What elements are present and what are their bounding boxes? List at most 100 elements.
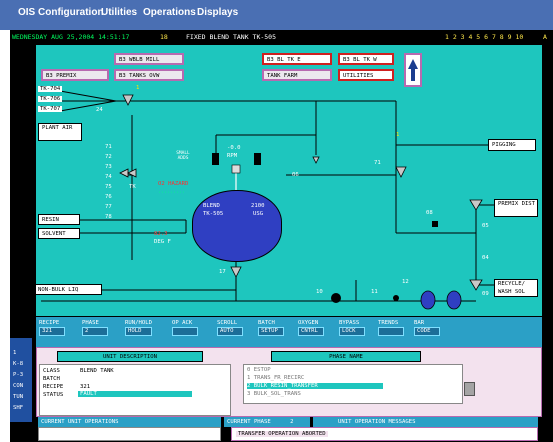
process-mimic: B3 WBLB MILL B3 TANKS OVW B3 PREMIX B3 B… [36,45,542,316]
current-phase-header: CURRENT PHASE 2 [224,417,310,427]
premix-dist-destination[interactable]: PREMIX DIST [494,199,538,217]
oxygen-control[interactable]: OXYGEN CNTRL [298,320,324,336]
op-ack-control-value [172,327,198,336]
left-status-5: TUN [13,394,24,400]
address-76: 76 [105,194,112,200]
phase-name-header: PHASE NAME [271,351,421,362]
address-77: 77 [105,204,112,210]
phase-item[interactable]: 3 BULK_SOL_TRANS [247,391,301,397]
phase-list: 0 ESTOP 1 TRANS_FR_RECIRC 2 BULK_RESIN_T… [243,364,463,404]
batch-label: BATCH [43,376,60,382]
bar-code-control[interactable]: BAR CODE [414,320,440,336]
left-status-1: 1 [13,350,17,356]
phase-item-selected[interactable]: 2 BULK_RESIN_TRANSFER [247,383,383,389]
o2-hazard-label: O2 HAZARD [158,181,189,187]
oxygen-control-label: OXYGEN [298,320,319,326]
status-label: STATUS [43,392,64,398]
recipe-control-value: 321 [39,327,65,336]
unit-panel: UNIT DESCRIPTION PHASE NAME CLASS BLEND … [36,347,542,417]
op-ack-control-label: OP ACK [172,320,193,326]
address-72: 72 [105,154,112,160]
tank-farm-button[interactable]: TANK FARM [262,69,332,81]
status-value: FAULT [78,391,192,397]
phase-item[interactable]: 1 TRANS_FR_RECIRC [247,375,304,381]
current-unit-operations-box [38,427,221,441]
left-status-panel: 1 K-8 P-3 CON TUN SHF [10,338,32,422]
valve-1-right-label: 1 [396,132,400,138]
date-time: WEDNESDAY AUG 25,2004 14:51:17 [12,33,130,41]
op-ack-control[interactable]: OP ACK [172,320,198,336]
source-tk-706[interactable]: TK-706 [38,96,63,102]
valve-12-label: 12 [402,279,409,285]
scroll-control[interactable]: SCROLL AUTO [217,320,243,336]
non-bulk-liq-source[interactable]: NON-BULK LIQ [36,284,102,295]
current-phase-label: CURRENT PHASE [227,419,271,425]
operation-message: TRANSFER OPERATION ABORTED [236,431,328,437]
menu-utilities[interactable]: Utilities [101,7,137,18]
batch-setup-control[interactable]: BATCH SETUP [258,320,284,336]
display-tabs[interactable]: 1 2 3 4 5 6 7 8 9 10 [445,30,523,45]
valve-09-label: 09 [482,291,489,297]
agitator-unit: RPM [227,153,238,159]
phase-item[interactable]: 0 ESTOP [247,367,271,373]
valve-24-label: 24 [96,107,103,113]
phase-list-scroll-button[interactable] [464,382,475,396]
phase-control[interactable]: PHASE 2 [82,320,108,336]
b3-bl-tk-w-button[interactable]: B3 BL TK W [338,53,394,65]
blend-tank-tk505[interactable]: BLEND TK-505 2100 USG [192,190,282,262]
display-tab-a[interactable]: A [543,30,547,45]
recipe-control[interactable]: RECIPE 321 [39,320,65,336]
utilities-button[interactable]: UTILITIES [338,69,394,81]
valve-11-label: 11 [371,289,378,295]
up-arrow-icon [408,59,418,81]
temperature-unit: DEG F [154,239,171,245]
b3-wblb-mill-button[interactable]: B3 WBLB MILL [114,53,184,65]
valve-06-label: 06 [292,172,299,178]
left-status-3: P-3 [13,372,24,378]
recipe-value: 321 [80,384,91,390]
address-75: 75 [105,184,112,190]
menu-operations[interactable]: Operations [143,7,196,18]
source-tk-707[interactable]: TK-707 [38,106,63,112]
trends-control-label: TRENDS [378,320,399,326]
o2-hazard-value: ········· [158,190,186,196]
b3-tanks-ovw-button[interactable]: B3 TANKS OVW [114,69,184,81]
recipe-label: RECIPE [43,384,64,390]
b3-bl-tk-e-button[interactable]: B3 BL TK E [262,53,332,65]
solvent-source[interactable]: SOLVENT [38,228,80,239]
recycle-destination[interactable]: RECYCLE/ WASH SOL [494,279,538,297]
bottom-bar: CURRENT UNIT OPERATIONS CURRENT PHASE 2 … [36,417,542,442]
batch-setup-control-value: SETUP [258,327,284,336]
resin-source[interactable]: RESIN [38,214,80,225]
navigate-up-button[interactable] [404,53,422,87]
bypass-lock-control-label: BYPASS [339,320,360,326]
oxygen-control-value: CNTRL [298,327,324,336]
phase-control-label: PHASE [82,320,99,326]
source-tk-704[interactable]: TK-704 [38,86,63,92]
tank-id: TK-505 [203,211,224,217]
pigging-destination[interactable]: PIGGING [488,139,536,151]
menu-ois-configuration[interactable]: OIS Configuration [18,7,104,18]
menu-displays[interactable]: Displays [197,7,238,18]
screen-title: FIXED BLEND TANK TK-505 [186,33,277,41]
menu-bar: OIS Configuration Utilities Operations D… [0,0,553,30]
control-bar: RECIPE 321 PHASE 2 RUN/HOLD HOLD OP ACK SCR… [36,317,542,347]
run-hold-control[interactable]: RUN/HOLD HOLD [125,320,152,336]
bypass-lock-control[interactable]: BYPASS LOCK [339,320,365,336]
b3-premix-button[interactable]: B3 PREMIX [41,69,109,81]
agitator-reading: -0.0 [227,145,241,151]
left-status-4: CON [13,383,24,389]
run-hold-control-value: HOLD [125,327,152,336]
tank-level-unit: USG [253,211,264,217]
address-71: 71 [105,144,112,150]
tank-name: BLEND [203,203,220,209]
scroll-control-label: SCROLL [217,320,238,326]
status-bar: WEDNESDAY AUG 25,2004 14:51:17 18 FIXED … [10,30,553,45]
trends-control[interactable]: TRENDS [378,320,404,336]
address-74: 74 [105,174,112,180]
plant-air-source[interactable]: PLANT AIR [38,123,82,141]
small-adds-label: SMALL ADDS [176,151,190,161]
hmi-screen: WEDNESDAY AUG 25,2004 14:51:17 18 FIXED … [10,30,553,442]
run-hold-control-label: RUN/HOLD [125,320,152,326]
current-unit-operations-header: CURRENT UNIT OPERATIONS [38,417,221,427]
